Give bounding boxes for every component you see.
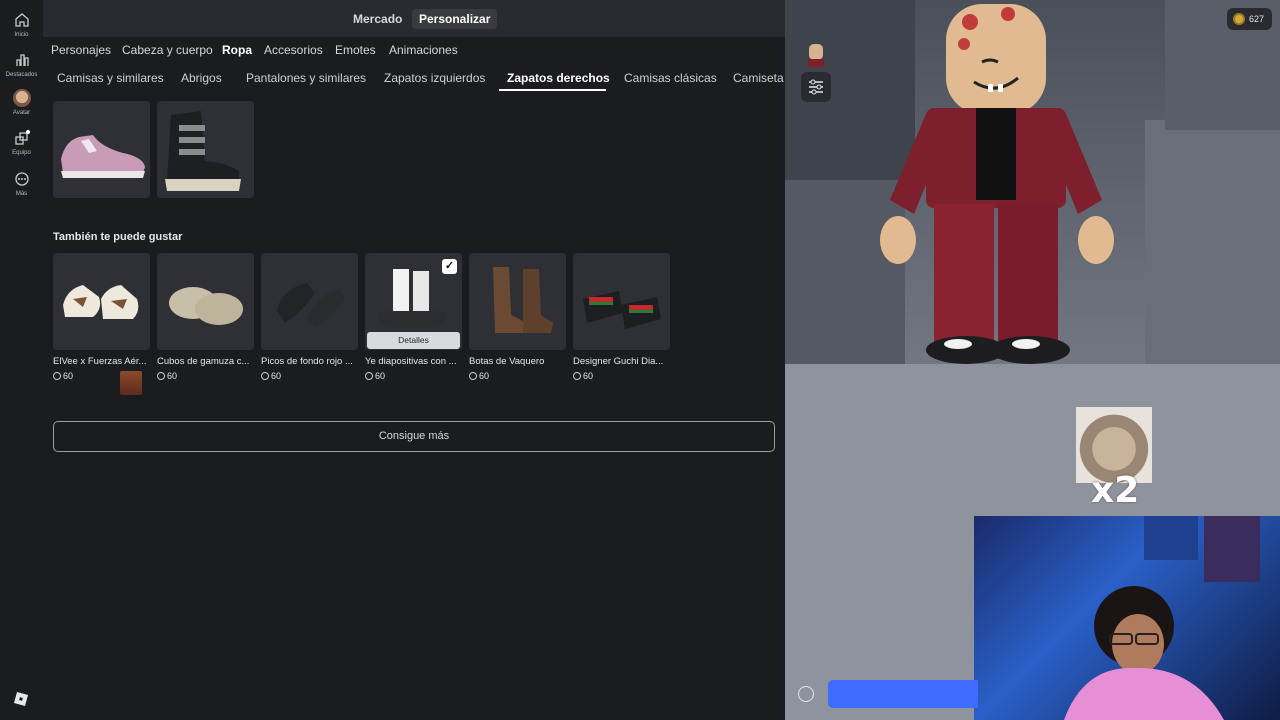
top-tab-bar: Mercado Personalizar — [43, 0, 785, 37]
sub-left-shoes[interactable]: Zapatos izquierdos — [384, 71, 485, 85]
team-icon — [14, 130, 30, 145]
subcategory-bar: Camisas y similares Abrigos Pantalones y… — [43, 64, 785, 92]
customize-panel: Mercado Personalizar Personajes Cabeza y… — [43, 0, 785, 720]
robux-icon — [469, 372, 477, 380]
sneaker-brown-image — [63, 285, 139, 319]
cat-head-body[interactable]: Cabeza y cuerpo — [122, 43, 213, 57]
chart-icon — [15, 54, 29, 66]
tab-marketplace[interactable]: Mercado — [346, 9, 409, 29]
item-price: 60 — [573, 371, 593, 381]
sticker-text: x2 — [1091, 470, 1140, 511]
section-title: También te puede gustar — [53, 231, 183, 243]
pink-sneaker-image — [61, 135, 145, 178]
avatar-figure — [880, 4, 1114, 364]
nav-more[interactable]: Más — [0, 171, 43, 197]
nav-featured[interactable]: Destacados — [0, 52, 43, 78]
primary-action-button[interactable] — [828, 680, 978, 708]
left-nav-rail: Inicio Destacados Avatar Equipo Más — [0, 0, 43, 720]
owned-item-tile[interactable] — [157, 101, 254, 198]
avatar-icon — [12, 89, 31, 107]
tab-customize[interactable]: Personalizar — [412, 9, 498, 29]
more-icon — [14, 172, 29, 186]
avatar-preview-scene[interactable]: 627 x2 — [785, 0, 1280, 720]
sub-tshirts[interactable]: Camiseta — [733, 71, 784, 85]
nav-home[interactable]: Inicio — [0, 12, 43, 38]
designer-slide-image — [583, 291, 661, 329]
avatar-head-icon — [808, 44, 824, 67]
active-tab-underline — [499, 89, 606, 91]
filter-button[interactable] — [801, 72, 831, 102]
robux-icon — [261, 372, 269, 380]
sub-shirts[interactable]: Camisas y similares — [57, 71, 164, 85]
selected-check-icon[interactable]: ✓ — [442, 259, 457, 274]
clog-image — [169, 287, 243, 325]
spike-loafer-image — [277, 283, 345, 327]
nav-featured-label: Destacados — [5, 72, 38, 78]
item-price: 60 — [365, 371, 385, 381]
roblox-logo-icon[interactable] — [14, 692, 28, 706]
avatar-head-button[interactable] — [801, 40, 831, 70]
item-price: 60 — [53, 371, 73, 381]
robux-amount: 627 — [1248, 14, 1264, 24]
black-boot-image — [165, 111, 241, 191]
item-price: 60 — [469, 371, 489, 381]
item-name: Ye diapositivas con ... — [365, 356, 457, 367]
item-price: 60 — [157, 371, 177, 381]
creator-thumbnail — [120, 371, 142, 395]
nav-team[interactable]: Equipo — [0, 130, 43, 156]
recommend-tile[interactable] — [157, 253, 254, 350]
sub-right-shoes[interactable]: Zapatos derechos — [507, 71, 610, 85]
item-name: Cubos de gamuza c... — [157, 356, 250, 367]
recommend-tile[interactable] — [261, 253, 358, 350]
home-icon — [14, 13, 29, 27]
scene-block — [1145, 120, 1280, 370]
robux-icon — [573, 372, 581, 380]
robux-balance[interactable]: 627 — [1226, 8, 1272, 30]
nav-team-label: Equipo — [12, 150, 31, 156]
robux-coin-icon — [1232, 13, 1245, 25]
cat-characters[interactable]: Personajes — [51, 43, 111, 57]
recommend-tile[interactable] — [53, 253, 150, 350]
owned-item-tile[interactable] — [53, 101, 150, 198]
robux-icon — [365, 372, 373, 380]
sub-pants[interactable]: Pantalones y similares — [246, 71, 366, 85]
cat-accessories[interactable]: Accesorios — [264, 43, 323, 57]
recommend-tile[interactable]: ✓ Detalles — [365, 253, 462, 350]
nav-more-label: Más — [15, 191, 28, 197]
item-name: ElVee x Fuerzas Aér... — [53, 356, 147, 367]
item-name: Botas de Vaquero — [469, 356, 545, 367]
nav-avatar-label: Avatar — [12, 110, 31, 116]
sliders-icon — [809, 79, 823, 95]
cat-animations[interactable]: Animaciones — [389, 43, 458, 57]
item-name: Picos de fondo rojo ... — [261, 356, 353, 367]
cat-emotes[interactable]: Emotes — [335, 43, 376, 57]
get-more-button[interactable]: Consigue más — [53, 421, 775, 452]
item-name: Designer Guchi Dia... — [573, 356, 664, 367]
sub-jackets[interactable]: Abrigos — [181, 71, 222, 85]
nav-home-label: Inicio — [14, 32, 29, 38]
sub-classic-shirts[interactable]: Camisas clásicas — [624, 71, 717, 85]
cowboy-boot-image — [493, 267, 553, 333]
chat-icon[interactable] — [798, 686, 814, 702]
category-bar: Personajes Cabeza y cuerpo Ropa Accesori… — [43, 37, 785, 64]
webcam-overlay — [974, 516, 1280, 720]
nav-avatar[interactable]: Avatar — [0, 89, 43, 116]
streamer-image — [1064, 516, 1260, 720]
robux-icon — [53, 372, 61, 380]
recommend-tile[interactable] — [573, 253, 670, 350]
robux-icon — [157, 372, 165, 380]
recommend-tile[interactable] — [469, 253, 566, 350]
cat-clothing[interactable]: Ropa — [222, 43, 252, 57]
item-price: 60 — [261, 371, 281, 381]
details-button[interactable]: Detalles — [367, 332, 460, 349]
